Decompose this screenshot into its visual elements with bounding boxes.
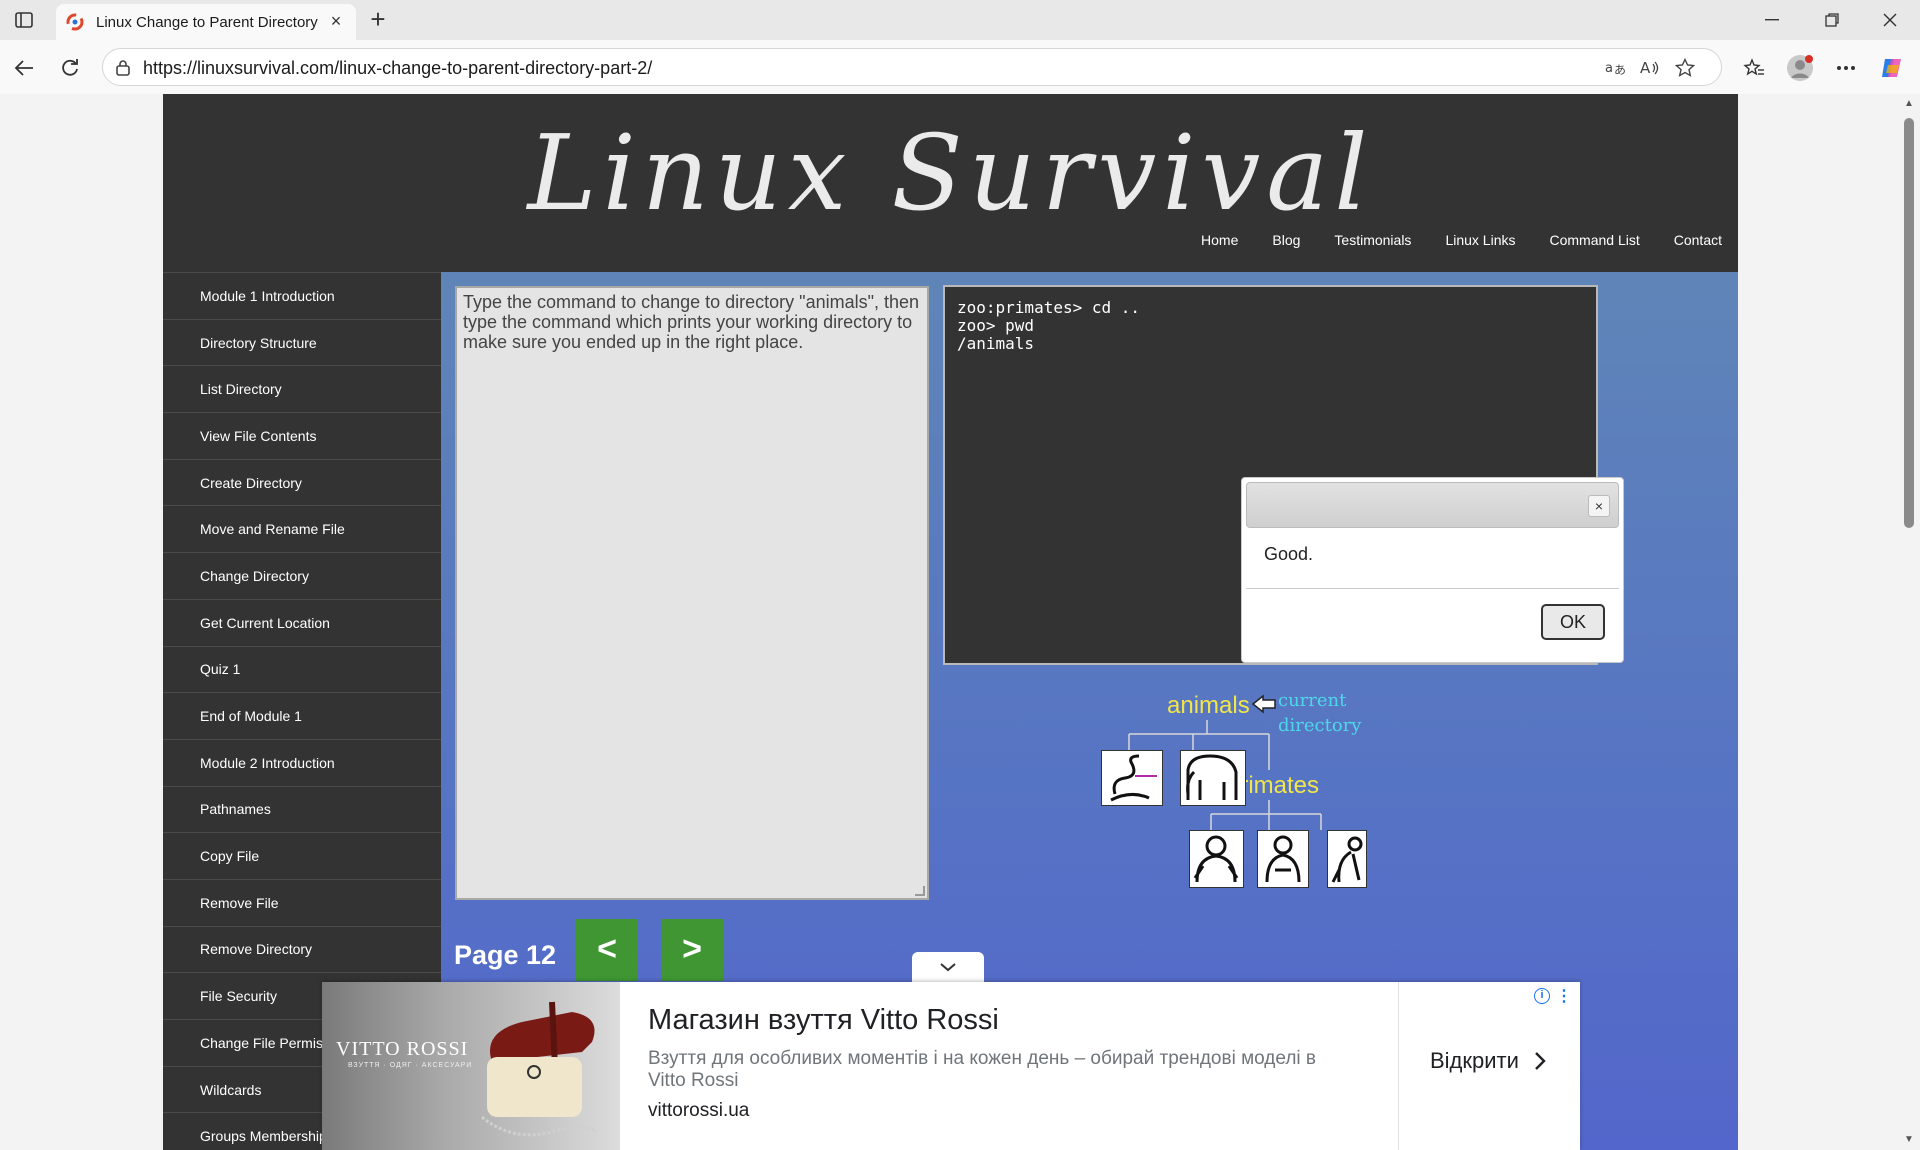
tab-close-icon[interactable]: ×	[326, 11, 346, 31]
site-header: Linux Survival Home Blog Testimonials Li…	[163, 94, 1738, 272]
site-favicon-icon	[66, 13, 84, 31]
sidebar-item-create-directory[interactable]: Create Directory	[163, 458, 441, 506]
ad-description: Взуття для особливих моментів і на кожен…	[648, 1048, 1317, 1091]
scroll-up-icon[interactable]: ▲	[1902, 98, 1916, 110]
page-viewport: Linux Survival Home Blog Testimonials Li…	[0, 94, 1920, 1150]
dialog-titlebar: ×	[1246, 482, 1619, 528]
chevron-down-icon	[940, 963, 956, 972]
sidebar-item-pathnames[interactable]: Pathnames	[163, 785, 441, 833]
ad-info-icon[interactable]: i	[1534, 988, 1550, 1004]
svg-text:A: A	[1640, 59, 1651, 77]
sidebar-item-remove-file[interactable]: Remove File	[163, 878, 441, 926]
ad-menu-icon[interactable]: ⋮	[1556, 986, 1572, 1006]
ad-domain[interactable]: vittorossi.ua	[648, 1100, 749, 1122]
site-logo[interactable]: Linux Survival	[163, 112, 1738, 234]
terminal-line: zoo> pwd	[957, 316, 1035, 335]
sidebar-item-copy-file[interactable]: Copy File	[163, 832, 441, 879]
scrollbar-thumb[interactable]	[1904, 118, 1914, 528]
sidebar-item-remove-directory[interactable]: Remove Directory	[163, 925, 441, 973]
sidebar-item-move-rename-file[interactable]: Move and Rename File	[163, 505, 441, 552]
dialog-ok-button[interactable]: OK	[1541, 604, 1605, 640]
monkey-icon	[1327, 830, 1367, 888]
ad-open-label: Відкрити	[1430, 1048, 1519, 1073]
favorites-icon[interactable]	[1740, 54, 1768, 82]
chimpanzee-icon	[1257, 830, 1309, 888]
previous-page-button[interactable]: <	[576, 919, 638, 981]
address-bar[interactable]: https://linuxsurvival.com/linux-change-t…	[102, 48, 1722, 86]
restore-icon[interactable]	[1812, 6, 1852, 34]
feedback-dialog: × Good. OK	[1241, 477, 1624, 663]
favorite-star-icon[interactable]	[1673, 57, 1697, 79]
ad-open-button[interactable]: Відкрити	[1430, 1048, 1547, 1074]
current-directory-label: current directory	[1278, 688, 1361, 738]
site-info-icon[interactable]	[115, 59, 131, 82]
dialog-divider	[1246, 588, 1619, 589]
sidebar-item-end-module1[interactable]: End of Module 1	[163, 692, 441, 739]
browser-toolbar: https://linuxsurvival.com/linux-change-t…	[0, 40, 1920, 94]
instructions-text: Type the command to change to directory …	[463, 292, 920, 352]
tab-strip: Linux Change to Parent Directory × +	[0, 0, 1920, 40]
ad-brand-tagline: ВЗУТТЯ · ОДЯГ · АКСЕСУАРИ	[348, 1062, 473, 1069]
ad-divider	[1398, 982, 1399, 1150]
reload-icon[interactable]	[56, 54, 84, 82]
sidebar-item-quiz1[interactable]: Quiz 1	[163, 645, 441, 693]
sidebar-item-module2-intro[interactable]: Module 2 Introduction	[163, 738, 441, 786]
ad-banner[interactable]: VITTO ROSSI ВЗУТТЯ · ОДЯГ · АКСЕСУАРИ Ма…	[322, 982, 1580, 1150]
svg-text:a: a	[1605, 61, 1613, 76]
page-number: Page 12	[454, 940, 557, 970]
ad-title[interactable]: Магазин взуття Vitto Rossi	[648, 1004, 999, 1037]
translate-icon[interactable]: aあ	[1603, 57, 1627, 79]
sidebar-item-view-file-contents[interactable]: View File Contents	[163, 412, 441, 459]
sidebar-item-get-current-location[interactable]: Get Current Location	[163, 598, 441, 646]
resize-grip-icon[interactable]	[915, 886, 925, 896]
next-page-button[interactable]: >	[661, 919, 723, 981]
instructions-textarea[interactable]: Type the command to change to directory …	[455, 286, 929, 900]
sidebar-item-directory-structure[interactable]: Directory Structure	[163, 318, 441, 366]
current-label-line1: current	[1278, 690, 1347, 711]
nav-home[interactable]: Home	[1201, 232, 1238, 248]
snake-icon	[1101, 750, 1163, 806]
close-window-icon[interactable]	[1870, 6, 1910, 34]
terminal-line: zoo:primates> cd ..	[957, 298, 1141, 317]
elephant-icon	[1180, 750, 1246, 806]
dialog-message: Good.	[1264, 544, 1314, 564]
scroll-down-icon[interactable]: ▼	[1902, 1134, 1916, 1146]
more-options-icon[interactable]	[1832, 54, 1860, 82]
sidebar-item-list-directory[interactable]: List Directory	[163, 365, 441, 412]
nav-contact[interactable]: Contact	[1674, 232, 1722, 248]
tree-node-animals: animals	[1167, 692, 1250, 719]
ad-brand-logo: VITTO ROSSI	[336, 1038, 469, 1060]
nav-linux-links[interactable]: Linux Links	[1445, 232, 1515, 248]
active-tab[interactable]: Linux Change to Parent Directory ×	[56, 4, 356, 40]
page-scrollbar[interactable]: ▲ ▼	[1898, 94, 1920, 1150]
ad-image[interactable]: VITTO ROSSI ВЗУТТЯ · ОДЯГ · АКСЕСУАРИ	[322, 982, 620, 1150]
url-text: https://linuxsurvival.com/linux-change-t…	[143, 58, 653, 78]
nav-blog[interactable]: Blog	[1272, 232, 1300, 248]
nav-testimonials[interactable]: Testimonials	[1334, 232, 1411, 248]
nav-command-list[interactable]: Command List	[1549, 232, 1639, 248]
chevron-right-icon	[1535, 1052, 1546, 1070]
copilot-icon[interactable]	[1878, 54, 1906, 82]
new-tab-icon[interactable]: +	[364, 6, 392, 34]
back-arrow-icon[interactable]	[10, 54, 38, 82]
terminal-line: /animals	[957, 334, 1035, 353]
svg-text:あ: あ	[1614, 63, 1625, 77]
minimize-icon[interactable]	[1752, 6, 1792, 34]
sidebar-item-change-directory[interactable]: Change Directory	[163, 552, 441, 599]
sidebar-toggle-icon[interactable]	[10, 8, 38, 32]
read-aloud-icon[interactable]: A	[1638, 57, 1662, 79]
directory-tree-diagram: animals current directory primates	[1081, 672, 1481, 932]
top-nav: Home Blog Testimonials Linux Links Comma…	[1201, 232, 1722, 248]
profile-avatar[interactable]	[1786, 54, 1814, 82]
gorilla-icon	[1189, 830, 1244, 888]
sidebar-item-module1-intro[interactable]: Module 1 Introduction	[163, 272, 441, 319]
current-label-line2: directory	[1278, 715, 1362, 736]
handbag-image	[481, 1001, 598, 1137]
ad-collapse-button[interactable]	[912, 952, 984, 982]
tab-title: Linux Change to Parent Directory	[96, 14, 318, 31]
dialog-close-icon[interactable]: ×	[1588, 495, 1610, 517]
